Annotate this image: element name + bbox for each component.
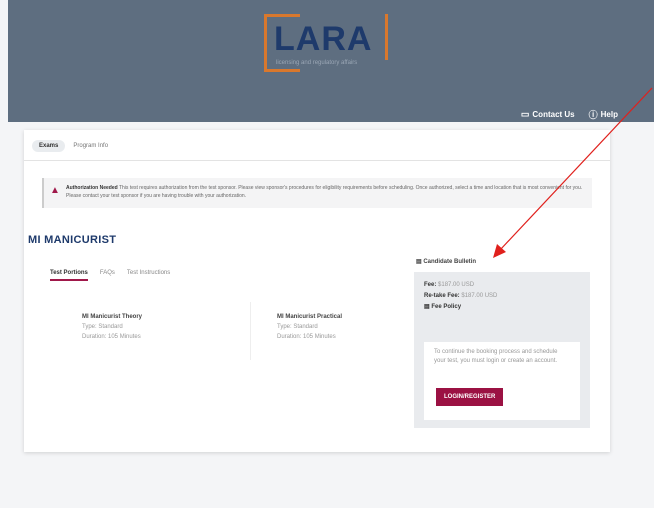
exam-duration: Duration: 105 Minutes: [82, 334, 141, 340]
contact-us-link[interactable]: ▭ Contact Us: [521, 108, 575, 121]
fee-row: Fee: $187.00 USD: [424, 280, 580, 291]
logo-subtitle: licensing and regulatory affairs: [276, 60, 358, 66]
main-card: Exams Program Info ▲ Authorization Neede…: [24, 130, 610, 452]
retake-fee-value: $187.00 USD: [461, 293, 498, 299]
exam-sub-tabs: Test Portions FAQs Test Instructions: [50, 270, 170, 281]
exam-card-theory[interactable]: MI Manicurist Theory Type: Standard Dura…: [76, 302, 244, 360]
login-prompt-box: To continue the booking process and sche…: [424, 342, 580, 420]
authorization-alert: ▲ Authorization Needed This test require…: [42, 178, 592, 208]
chat-icon: ▭: [520, 109, 530, 119]
fee-label: Fee:: [424, 282, 437, 288]
exam-type: Type: Standard: [277, 324, 318, 330]
tab-program-info[interactable]: Program Info: [73, 143, 108, 149]
exam-duration: Duration: 105 Minutes: [277, 334, 336, 340]
logo-frame-right: [385, 14, 388, 60]
help-icon: ⓘ: [588, 110, 598, 120]
document-icon: ▤: [424, 304, 430, 310]
help-label: Help: [600, 110, 618, 119]
page-title: MI MANICURIST: [28, 234, 117, 246]
exam-card-practical[interactable]: MI Manicurist Practical Type: Standard D…: [250, 302, 418, 360]
candidate-bulletin-label: Candidate Bulletin: [423, 259, 477, 265]
login-prompt-text: To continue the booking process and sche…: [434, 349, 558, 364]
document-icon: ▤: [416, 259, 422, 265]
retake-fee-row: Re-take Fee: $187.00 USD: [424, 291, 580, 302]
help-link[interactable]: ⓘ Help: [589, 108, 618, 121]
fee-policy-label: Fee Policy: [431, 304, 462, 310]
header-links: ▭ Contact Us ⓘ Help: [521, 108, 618, 121]
fee-value: $187.00 USD: [438, 282, 475, 288]
logo-text: LARA: [274, 20, 373, 58]
lara-logo[interactable]: LARA licensing and regulatory affairs: [260, 10, 392, 74]
site-header: LARA licensing and regulatory affairs ▭ C…: [8, 0, 654, 122]
candidate-bulletin-link[interactable]: ▤ Candidate Bulletin: [416, 258, 476, 265]
exam-name: MI Manicurist Practical: [277, 314, 343, 320]
login-register-button[interactable]: LOGIN/REGISTER: [436, 388, 504, 406]
divider: [24, 160, 610, 161]
contact-us-label: Contact Us: [532, 110, 575, 119]
tab-test-instructions[interactable]: Test Instructions: [127, 270, 170, 281]
exam-name: MI Manicurist Theory: [82, 314, 143, 320]
alert-body: This test requires authorization from th…: [66, 185, 583, 199]
exam-type: Type: Standard: [82, 324, 123, 330]
warning-icon: ▲: [50, 185, 60, 196]
tab-exams[interactable]: Exams: [32, 140, 66, 152]
retake-fee-label: Re-take Fee:: [424, 293, 460, 299]
top-tabs: Exams Program Info: [32, 140, 108, 152]
tab-test-portions[interactable]: Test Portions: [50, 270, 88, 281]
fee-panel: Fee: $187.00 USD Re-take Fee: $187.00 US…: [414, 272, 590, 428]
fee-policy-link[interactable]: ▤ Fee Policy: [424, 302, 580, 313]
alert-heading: Authorization Needed: [66, 185, 118, 191]
tab-faqs[interactable]: FAQs: [100, 270, 115, 281]
